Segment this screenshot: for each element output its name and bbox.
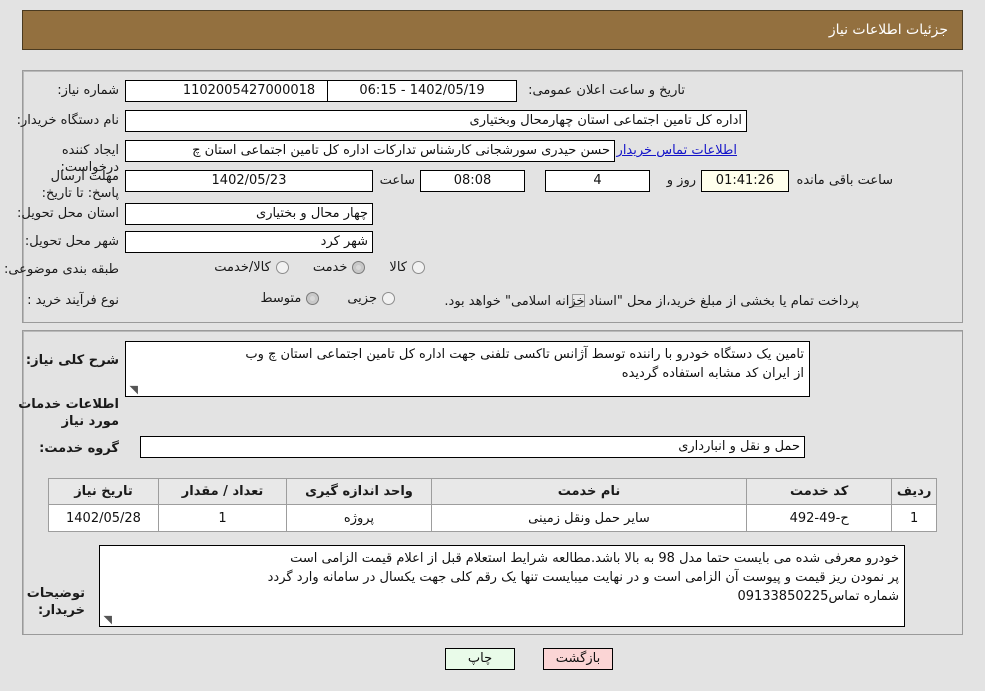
remaining-days-input[interactable]: 4 xyxy=(545,170,650,192)
days-and-label: روز و xyxy=(666,173,696,188)
hour-label: ساعت xyxy=(379,173,415,188)
category-option-label: کالا/خدمت xyxy=(214,260,271,275)
public-announce-label: تاریخ و ساعت اعلان عمومی: xyxy=(528,83,685,98)
resize-grip-icon[interactable]: ◥ xyxy=(102,614,112,625)
radio-icon[interactable] xyxy=(382,292,395,305)
resize-grip-icon[interactable]: ◥ xyxy=(128,384,138,395)
print-button[interactable]: چاپ xyxy=(445,648,515,670)
need-number-label-row: شماره نیاز: xyxy=(24,82,119,99)
province-label: استان محل تحویل: xyxy=(17,206,119,221)
service-group-input[interactable]: حمل و نقل و انبارداری xyxy=(140,436,805,458)
radio-icon[interactable] xyxy=(412,261,425,274)
service-group-label: گروه خدمت: xyxy=(39,441,119,456)
buyer-org-label: نام دستگاه خریدار: xyxy=(16,113,119,128)
category-radio-kala-khedmat[interactable]: کالا/خدمت xyxy=(214,260,289,275)
category-label: طبقه بندی موضوعی: xyxy=(3,262,119,277)
countdown-timer: 01:41:26 xyxy=(701,170,789,192)
general-desc-value: تامین یک دستگاه خودرو با راننده توسط آژا… xyxy=(245,347,804,381)
buyer-contact-link[interactable]: اطلاعات تماس خریدار xyxy=(617,141,737,161)
th-name: نام خدمت xyxy=(430,478,748,505)
radio-icon[interactable] xyxy=(275,261,289,274)
th-radif: ردیف xyxy=(891,478,937,505)
th-quantity: تعداد / مقدار xyxy=(157,478,288,505)
services-table: ردیف کد خدمت نام خدمت واحد اندازه گیری ت… xyxy=(48,478,937,532)
th-code: کد خدمت xyxy=(746,478,893,505)
process-radio-group: جزیی متوسط xyxy=(260,291,395,306)
province-input[interactable]: چهار محال و بختیاری xyxy=(125,203,373,225)
table-header-row: ردیف کد خدمت نام خدمت واحد اندازه گیری ت… xyxy=(48,478,937,505)
th-unit: واحد اندازه گیری xyxy=(286,478,432,505)
process-radio-motavaset[interactable]: متوسط xyxy=(260,291,320,306)
need-summary-panel xyxy=(22,70,963,323)
creator-input[interactable]: حسن حیدری سورشجانی کارشناس تدارکات اداره… xyxy=(125,140,615,162)
buyer-notes-label: توضیحات خریدار: xyxy=(26,586,85,618)
radio-icon[interactable] xyxy=(306,292,320,305)
radio-icon[interactable] xyxy=(352,261,366,274)
process-option-label: جزیی xyxy=(347,291,377,306)
cell-name: سایر حمل ونقل زمینی xyxy=(430,504,748,532)
category-radio-kala[interactable]: کالا xyxy=(389,260,425,275)
general-desc-textarea[interactable]: تامین یک دستگاه خودرو با راننده توسط آژا… xyxy=(125,341,810,397)
table-row: 1 ح-49-492 سایر حمل ونقل زمینی پروژه 1 1… xyxy=(48,504,937,532)
category-radio-group: کالا خدمت کالا/خدمت xyxy=(214,260,425,275)
public-announce-input[interactable]: 1402/05/19 - 06:15 xyxy=(327,80,517,102)
remaining-hours-label: ساعت باقی مانده xyxy=(796,173,893,188)
cell-quantity: 1 xyxy=(157,504,288,532)
process-option-label: متوسط xyxy=(260,291,302,306)
process-type-label: نوع فرآیند خرید : xyxy=(27,293,119,308)
buyer-notes-value: خودرو معرفی شده می بایست حتما مدل 98 به … xyxy=(267,551,899,604)
category-radio-khedmat[interactable]: خدمت xyxy=(313,260,366,275)
cell-code: ح-49-492 xyxy=(746,504,893,532)
city-input[interactable]: شهر کرد xyxy=(125,231,373,253)
general-desc-label: شرح کلی نیاز: xyxy=(25,353,119,368)
th-need-date: تاریخ نیاز xyxy=(48,478,159,505)
treasury-note-text: پرداخت تمام یا بخشی از مبلغ خرید،از محل … xyxy=(444,294,859,309)
page-title: جزئیات اطلاعات نیاز xyxy=(828,22,948,38)
page-root: AriaTender.net جزئیات اطلاعات نیاز شماره… xyxy=(0,0,985,691)
deadline-label: مهلت ارسال پاسخ: تا تاریخ: xyxy=(41,169,119,201)
city-label: شهر محل تحویل: xyxy=(24,234,119,249)
services-info-heading: اطلاعات خدمات مورد نیاز xyxy=(18,397,119,429)
page-header: جزئیات اطلاعات نیاز xyxy=(22,10,963,50)
deadline-time-input[interactable]: 08:08 xyxy=(420,170,525,192)
deadline-date-input[interactable]: 1402/05/23 xyxy=(125,170,373,192)
need-number-label: شماره نیاز: xyxy=(57,83,119,98)
cell-need-date: 1402/05/28 xyxy=(48,504,159,532)
cell-unit: پروژه xyxy=(286,504,432,532)
buyer-org-input[interactable]: اداره کل تامین اجتماعی استان چهارمحال وب… xyxy=(125,110,747,132)
category-option-label: خدمت xyxy=(312,260,348,275)
category-option-label: کالا xyxy=(389,260,407,275)
cell-radif: 1 xyxy=(891,504,937,532)
process-radio-jozi[interactable]: جزیی xyxy=(347,291,395,306)
buyer-notes-textarea[interactable]: خودرو معرفی شده می بایست حتما مدل 98 به … xyxy=(99,545,905,627)
back-button[interactable]: بازگشت xyxy=(543,648,613,670)
